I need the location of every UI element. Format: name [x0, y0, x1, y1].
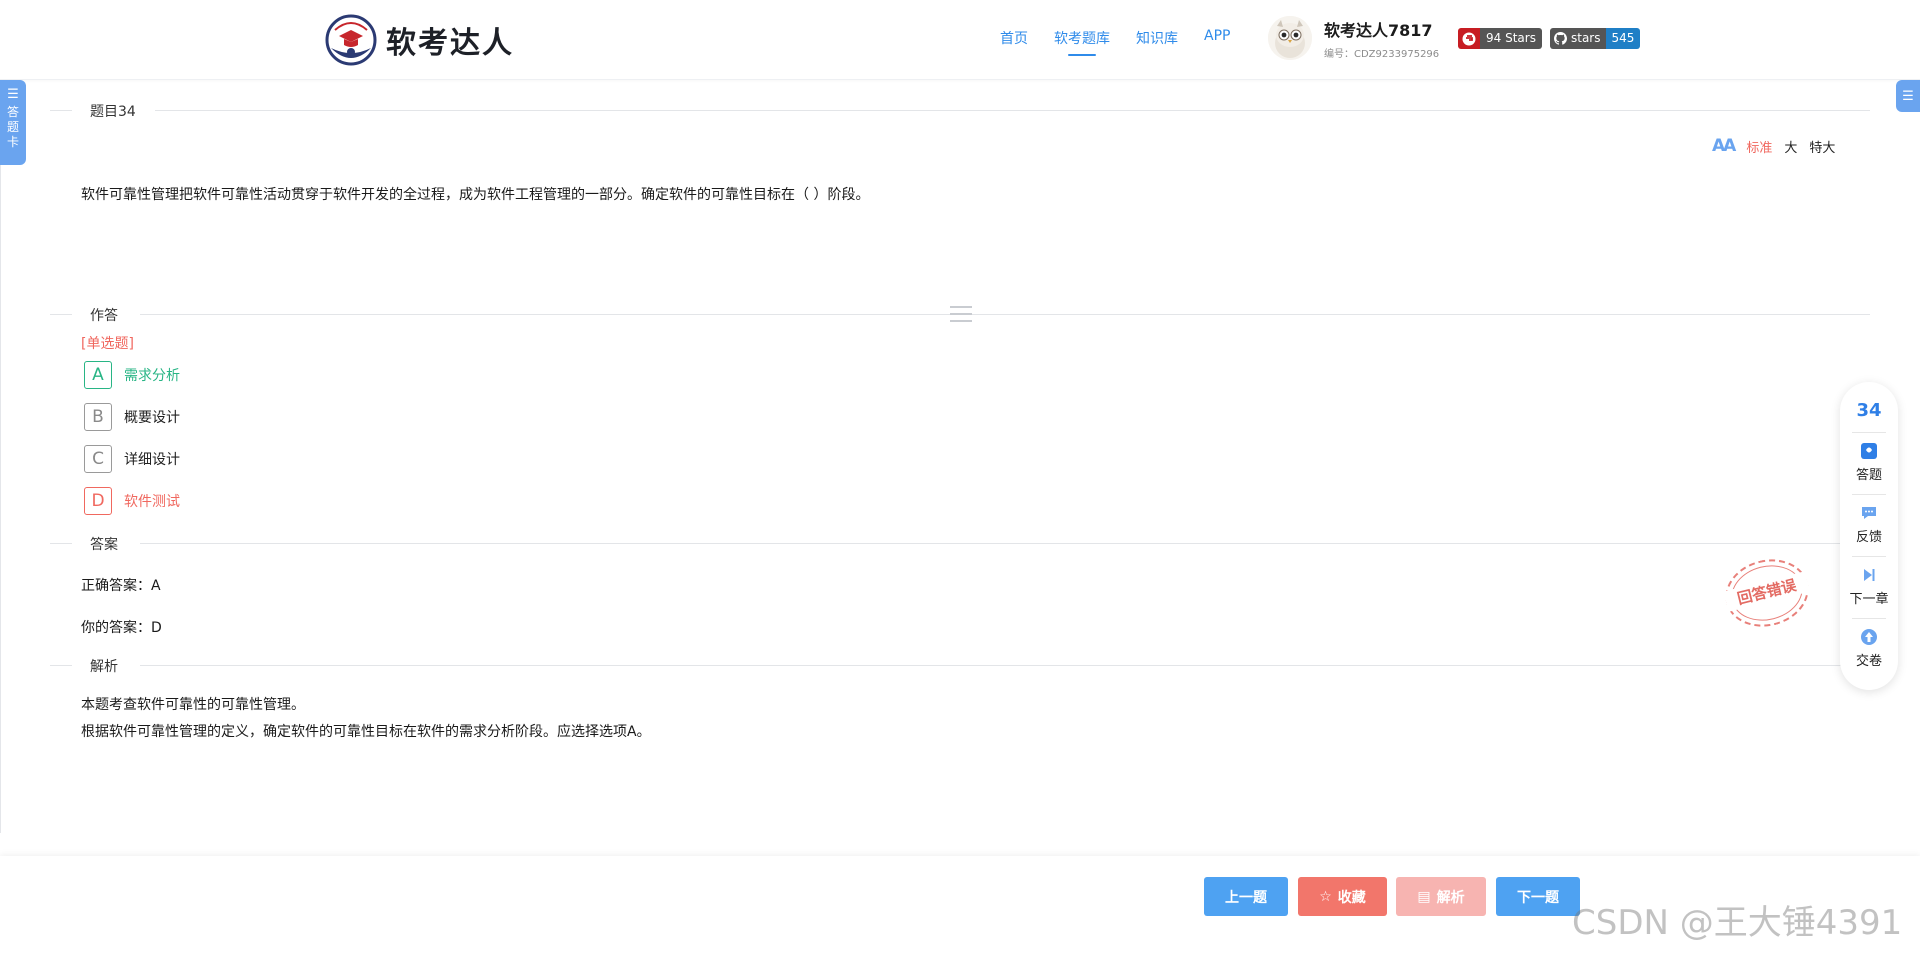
feedback-icon	[1860, 504, 1878, 522]
document-icon: ▤	[1417, 888, 1431, 905]
divider	[1852, 432, 1886, 433]
option-a[interactable]: A 需求分析	[84, 360, 180, 390]
next-chapter-button[interactable]: 下一章	[1840, 566, 1898, 607]
answer-sheet-button[interactable]: 答题	[1840, 442, 1898, 483]
correct-answer: 正确答案：A	[81, 578, 161, 594]
nav-item-home[interactable]: 首页	[1000, 28, 1028, 58]
feedback-button[interactable]: 反馈	[1840, 504, 1898, 545]
option-text: 详细设计	[124, 452, 180, 468]
user-profile[interactable]: 软考达人7817 编号：CDZ9233975296	[1268, 16, 1439, 60]
divider	[50, 314, 72, 315]
font-size-xlarge[interactable]: 特大	[1809, 137, 1835, 156]
floating-tool-panel: 34 答题 反馈 下一章 交卷	[1840, 382, 1898, 690]
user-name: 软考达人7817	[1324, 20, 1433, 40]
explanation-button[interactable]: ▤ 解析	[1396, 877, 1486, 916]
upload-icon	[1860, 628, 1878, 646]
explanation-section-title: 解析	[90, 659, 118, 675]
submit-paper-button[interactable]: 交卷	[1840, 628, 1898, 669]
site-header: 软考达人 首页 软考题库 知识库 APP 软考达人7817 编号：CDZ9233…	[0, 0, 1920, 80]
main-nav: 首页 软考题库 知识库 APP	[1000, 28, 1256, 58]
question-text: 软件可靠性管理把软件可靠性活动贯穿于软件开发的全过程，成为软件工程管理的一部分。…	[81, 187, 870, 203]
option-key: A	[84, 361, 112, 389]
logo-text: 软考达人	[386, 26, 514, 61]
skip-next-icon	[1860, 566, 1878, 584]
explanation-section-header: 解析	[50, 655, 1870, 675]
divider	[140, 314, 1870, 315]
star-icon: ☆	[1319, 888, 1332, 905]
github-badge-left: stars	[1571, 31, 1601, 45]
prev-question-button[interactable]: 上一题	[1204, 877, 1288, 916]
question-section-title: 题目34	[90, 104, 136, 120]
next-chapter-label: 下一章	[1849, 592, 1889, 607]
content-left-border	[0, 165, 1, 833]
wrong-answer-stamp: 回答错误	[1718, 550, 1816, 636]
menu-icon: ☰	[1902, 88, 1914, 104]
owl-avatar-icon	[1268, 16, 1312, 60]
font-size-standard[interactable]: 标准	[1746, 137, 1772, 156]
option-key: C	[84, 445, 112, 473]
prev-question-label: 上一题	[1225, 889, 1267, 906]
result-section-header: 答案	[50, 533, 1870, 553]
explanation-line: 根据软件可靠性管理的定义，确定软件的可靠性目标在软件的需求分析阶段。应选择选项A…	[81, 724, 651, 740]
divider	[140, 543, 1870, 544]
divider	[50, 110, 72, 111]
feedback-label: 反馈	[1855, 530, 1882, 545]
option-b[interactable]: B 概要设计	[84, 402, 180, 432]
nav-item-question-bank[interactable]: 软考题库	[1054, 28, 1110, 58]
option-d[interactable]: D 软件测试	[84, 486, 180, 516]
user-id: 编号：CDZ9233975296	[1324, 48, 1440, 60]
avatar[interactable]	[1268, 16, 1312, 60]
font-size-large[interactable]: 大	[1784, 137, 1797, 156]
explanation-label: 解析	[1436, 889, 1465, 906]
divider	[50, 543, 72, 544]
option-c[interactable]: C 详细设计	[84, 444, 180, 474]
option-key: B	[84, 403, 112, 431]
menu-icon: ☰	[7, 87, 19, 102]
answer-card-label: 答题卡	[6, 105, 19, 149]
gitee-stars-label: 94 Stars	[1480, 28, 1542, 49]
divider	[1852, 556, 1886, 557]
favorite-label: 收藏	[1337, 889, 1366, 906]
font-size-switch: AA 标准 大 特大	[1712, 136, 1847, 156]
resize-handle[interactable]	[950, 306, 972, 322]
next-question-label: 下一题	[1517, 889, 1559, 906]
answer-section-title: 作答	[90, 308, 118, 324]
result-section-title: 答案	[90, 537, 118, 553]
answer-sheet-label: 答题	[1855, 468, 1882, 483]
gitee-icon	[1458, 28, 1480, 49]
divider	[155, 110, 1870, 111]
gitee-stars-badge[interactable]: 94 Stars	[1458, 28, 1542, 49]
question-section-header: 题目34	[50, 100, 1870, 120]
site-logo[interactable]: 软考达人	[325, 13, 514, 67]
answer-card-tab[interactable]: ☰ 答题卡	[0, 80, 26, 165]
current-question-number: 34	[1856, 400, 1882, 421]
next-question-button[interactable]: 下一题	[1496, 877, 1580, 916]
nav-item-app[interactable]: APP	[1204, 28, 1230, 58]
divider	[1852, 618, 1886, 619]
option-key: D	[84, 487, 112, 515]
divider	[140, 665, 1870, 666]
right-menu-toggle[interactable]: ☰	[1896, 80, 1920, 112]
github-stars-badge[interactable]: stars 545	[1550, 28, 1641, 49]
csdn-watermark: CSDN @王大锤4391	[1572, 903, 1903, 943]
your-answer: 你的答案：D	[81, 620, 162, 636]
option-text: 概要设计	[124, 410, 180, 426]
font-size-icon: AA	[1712, 136, 1736, 156]
favorite-button[interactable]: ☆ 收藏	[1298, 877, 1387, 916]
logo-emblem-icon	[325, 14, 377, 66]
answer-icon	[1860, 442, 1878, 460]
github-icon	[1554, 32, 1567, 45]
option-text: 需求分析	[124, 368, 180, 384]
divider	[50, 665, 72, 666]
explanation-line: 本题考查软件可靠性的可靠性管理。	[81, 697, 305, 713]
question-type-label: [单选题]	[81, 336, 134, 352]
divider	[1852, 494, 1886, 495]
option-text: 软件测试	[124, 494, 180, 510]
submit-paper-label: 交卷	[1855, 654, 1882, 669]
github-badge-count: 545	[1605, 28, 1641, 49]
nav-item-knowledge-base[interactable]: 知识库	[1136, 28, 1178, 58]
